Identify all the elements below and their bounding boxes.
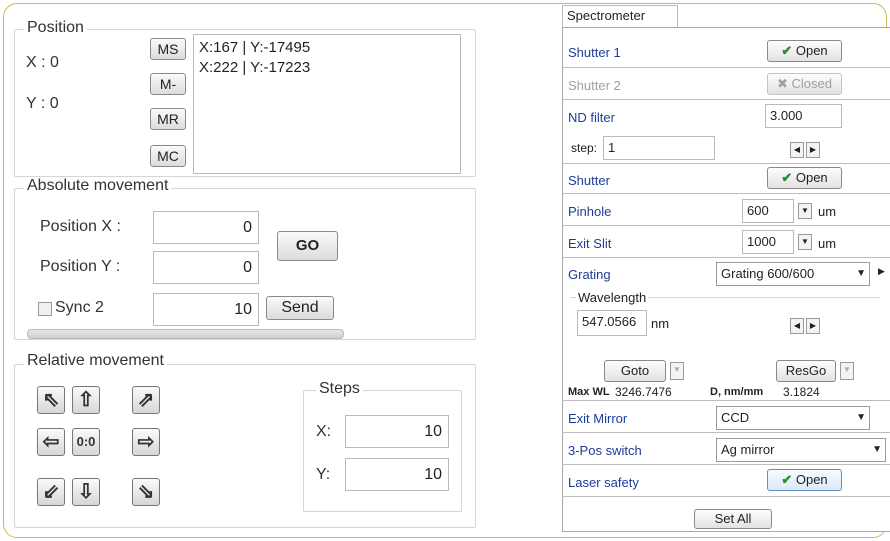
pinhole-unit: um <box>818 204 837 219</box>
check-icon: ✔ <box>781 43 793 58</box>
laser-safety-label: Laser safety <box>568 475 639 490</box>
nd-step-left-button[interactable]: ◀ <box>790 142 804 158</box>
position-title: Position <box>24 19 87 37</box>
absolute-movement-title: Absolute movement <box>24 177 172 195</box>
pos3-switch-select-value: Ag mirror <box>721 442 775 457</box>
arrow-up-icon: ⇧ <box>77 389 95 411</box>
list-item[interactable]: X:167 | Y:-17495 <box>199 39 310 56</box>
move-up-button[interactable]: ⇧ <box>72 386 100 414</box>
chevron-down-icon: ▼ <box>801 237 809 246</box>
exit-mirror-select[interactable]: CCD ▼ <box>716 406 870 430</box>
exit-mirror-label: Exit Mirror <box>568 411 628 426</box>
sync-checkbox[interactable] <box>38 302 52 316</box>
laser-safety-open-button[interactable]: ✔ Open <box>767 469 842 491</box>
move-down-left-button[interactable]: ⇙ <box>37 478 65 506</box>
memory-store-button[interactable]: MS <box>150 38 186 60</box>
arrow-left-icon: ⇦ <box>42 431 60 453</box>
spectrometer-tab[interactable]: Spectrometer <box>562 5 678 27</box>
move-down-right-button[interactable]: ⇘ <box>132 478 160 506</box>
pos3-switch-select[interactable]: Ag mirror ▼ <box>716 438 886 462</box>
exit-mirror-select-value: CCD <box>721 410 750 425</box>
shutter1-label: Shutter 1 <box>568 45 621 60</box>
chevron-down-icon: ▼ <box>801 206 809 215</box>
pos3-switch-label: 3-Pos switch <box>568 443 642 458</box>
exit-slit-label: Exit Slit <box>568 236 612 251</box>
nd-filter-value[interactable]: 3.000 <box>765 104 842 128</box>
cross-icon: ✖ <box>777 76 788 91</box>
memory-minus-button[interactable]: M- <box>150 73 186 95</box>
memory-list[interactable]: X:167 | Y:-17495 X:222 | Y:-17223 <box>193 34 461 174</box>
triangle-left-icon: ◀ <box>793 145 801 154</box>
steps-y-label: Y: <box>316 466 331 483</box>
sync-label: Sync 2 <box>55 299 104 316</box>
steps-x-label: X: <box>316 423 332 440</box>
arrow-up-left-icon: ⇖ <box>42 389 60 411</box>
shutter1-button-label: Open <box>795 43 828 58</box>
steps-title: Steps <box>316 380 363 398</box>
shutter2-button-label: Closed <box>791 76 832 91</box>
steps-x-input[interactable]: 10 <box>345 415 449 448</box>
send-button[interactable]: Send <box>266 296 334 320</box>
check-icon: ✔ <box>781 472 793 487</box>
memory-recall-button[interactable]: MR <box>150 108 186 130</box>
grating-section-divider <box>562 258 890 401</box>
pinhole-dropdown-button[interactable]: ▼ <box>798 203 812 219</box>
spectrometer-tab-label: Spectrometer <box>567 8 646 23</box>
nd-step-right-button[interactable]: ▶ <box>806 142 820 158</box>
steps-group <box>303 390 462 512</box>
position-y-input[interactable]: 0 <box>153 251 259 284</box>
steps-y-input[interactable]: 10 <box>345 458 449 491</box>
nd-step-input[interactable]: 1 <box>603 136 715 160</box>
position-x-label: Position X : <box>40 218 121 235</box>
pinhole-value[interactable]: 600 <box>742 199 794 223</box>
move-down-button[interactable]: ⇩ <box>72 478 100 506</box>
list-item[interactable]: X:222 | Y:-17223 <box>199 59 310 76</box>
nd-filter-label: ND filter <box>568 110 615 125</box>
position-x-input[interactable]: 0 <box>153 211 259 244</box>
arrow-down-right-icon: ⇘ <box>137 481 155 503</box>
go-button[interactable]: GO <box>277 231 338 261</box>
pinhole-label: Pinhole <box>568 204 612 219</box>
set-all-button[interactable]: Set All <box>694 509 772 529</box>
sync-value-input[interactable]: 10 <box>153 293 259 326</box>
arrow-down-icon: ⇩ <box>77 481 95 503</box>
shutter2-closed-button: ✖ Closed <box>767 73 842 95</box>
position-y-label: Position Y : <box>40 258 121 275</box>
progress-bar <box>27 329 344 339</box>
exit-slit-value[interactable]: 1000 <box>742 230 794 254</box>
position-x-readout: X : 0 <box>26 54 59 71</box>
laser-safety-button-label: Open <box>795 472 828 487</box>
move-left-button[interactable]: ⇦ <box>37 428 65 456</box>
relative-movement-title: Relative movement <box>24 352 167 370</box>
exit-slit-dropdown-button[interactable]: ▼ <box>798 234 812 250</box>
shutter-label: Shutter <box>568 173 610 188</box>
shutter2-label: Shutter 2 <box>568 78 621 93</box>
move-up-right-button[interactable]: ⇗ <box>132 386 160 414</box>
arrow-right-icon: ⇨ <box>137 431 155 453</box>
nd-step-label: step: <box>571 141 598 155</box>
shutter1-open-button[interactable]: ✔ Open <box>767 40 842 62</box>
arrow-down-left-icon: ⇙ <box>42 481 60 503</box>
triangle-right-icon: ▶ <box>809 145 817 154</box>
move-right-button[interactable]: ⇨ <box>132 428 160 456</box>
exit-slit-unit: um <box>818 236 837 251</box>
arrow-up-right-icon: ⇗ <box>137 389 155 411</box>
shutter-open-button[interactable]: ✔ Open <box>767 167 842 189</box>
chevron-down-icon: ▼ <box>856 412 866 423</box>
shutter-button-label: Open <box>795 170 828 185</box>
position-y-readout: Y : 0 <box>26 95 59 112</box>
chevron-down-icon: ▼ <box>872 444 882 455</box>
move-up-left-button[interactable]: ⇖ <box>37 386 65 414</box>
memory-clear-button[interactable]: MC <box>150 145 186 167</box>
check-icon: ✔ <box>781 170 793 185</box>
center-button[interactable]: 0:0 <box>72 428 100 456</box>
